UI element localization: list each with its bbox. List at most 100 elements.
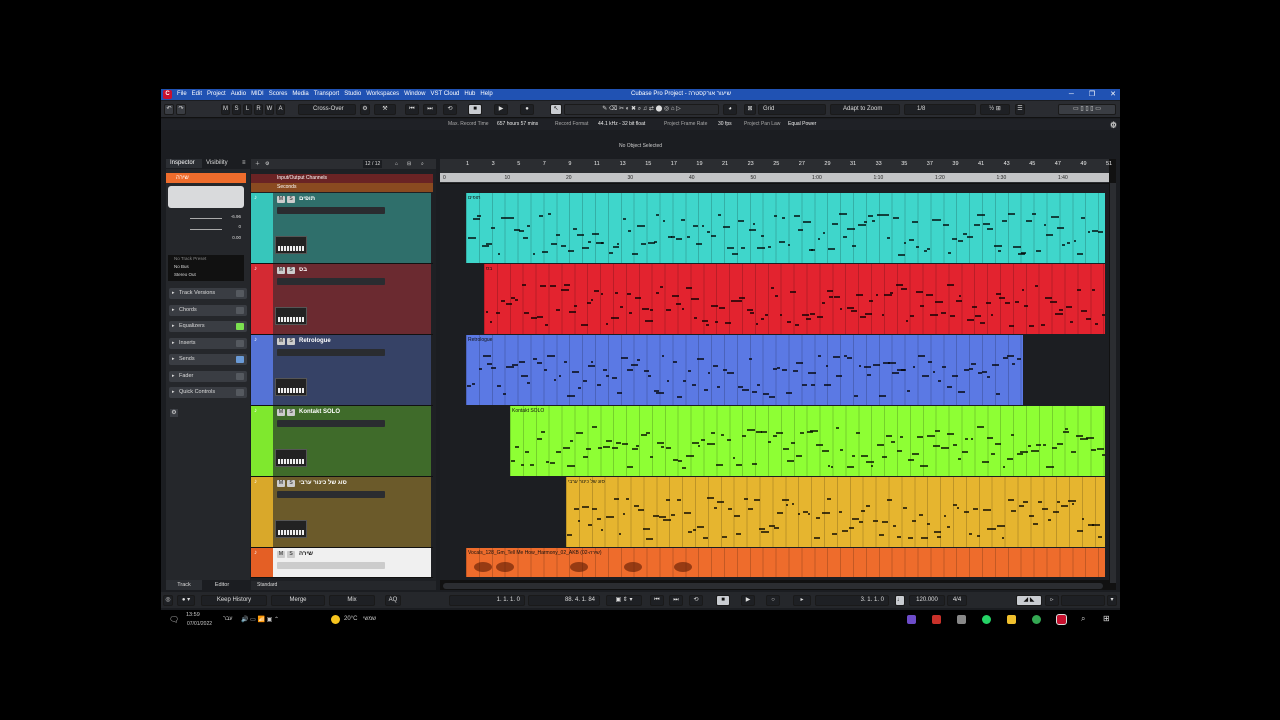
midi-part[interactable]: בס	[484, 264, 1105, 334]
track-color-strip[interactable]: ♪	[251, 477, 273, 547]
solo-mode-button[interactable]: S	[232, 104, 241, 115]
quantize-tools-icon[interactable]: ½ ⊞	[980, 104, 1010, 115]
instrument-thumbnail[interactable]	[275, 307, 307, 325]
record-format-value[interactable]: 44.1 kHz - 32 bit float	[598, 119, 645, 130]
midi-part[interactable]: תופים	[466, 193, 1105, 263]
signature-display[interactable]: 4/4	[947, 595, 967, 606]
undo-icon[interactable]: ↶	[164, 104, 174, 115]
windows-start-icon[interactable]: ⊞	[1103, 614, 1110, 623]
inspector-section[interactable]: ▸ Chords	[169, 304, 247, 316]
max-record-value[interactable]: 657 hours 57 mins	[497, 119, 538, 130]
inspector-section[interactable]: ▸ Quick Controls	[169, 387, 247, 398]
search-icon[interactable]: ⌕	[421, 159, 424, 169]
menu-item[interactable]: Hub	[464, 90, 475, 99]
menu-item[interactable]: Transport	[314, 90, 339, 99]
timeline-ruler[interactable]: 1 3 5 7 9 11 13 15 17 19 21 23 25 27 29 31 33 35 37 39 41 43 4…	[440, 159, 1112, 183]
app-icon[interactable]	[957, 615, 966, 624]
track-name[interactable]: Kontakt SOLO	[299, 409, 340, 415]
track-color-strip[interactable]: ♪	[251, 548, 273, 577]
settings-icon[interactable]: ⚙	[170, 409, 178, 417]
midi-part[interactable]: Kontakt SOLO	[510, 406, 1105, 476]
event-display[interactable]: תופים בס Retrologue Kontakt SOLO סוג של כינו…	[440, 184, 1109, 580]
menu-item[interactable]: VST Cloud	[430, 90, 459, 99]
menu-icon[interactable]: ≡	[238, 159, 248, 168]
scroll-icon[interactable]: ▾	[1107, 595, 1117, 606]
rewind-icon[interactable]: ⏮	[650, 595, 664, 606]
tab-editor[interactable]: Editor	[202, 580, 242, 590]
gear-icon[interactable]: ⚙	[1110, 121, 1117, 130]
mute-button[interactable]: M	[277, 338, 285, 345]
inspector-section[interactable]: ▸ Fader	[169, 370, 247, 382]
vertical-scrollbar[interactable]	[1110, 183, 1116, 583]
redo-icon[interactable]: ↷	[176, 104, 186, 115]
menu-item[interactable]: Scores	[269, 90, 288, 99]
play-icon[interactable]: ▶	[494, 104, 508, 115]
inspector-section[interactable]: ▸ Inserts	[169, 337, 247, 349]
menu-item[interactable]: Media	[292, 90, 308, 99]
aq-button[interactable]: AQ	[385, 595, 401, 606]
track-name[interactable]: תופים	[299, 196, 315, 202]
monitor-icon[interactable]: ◎	[163, 595, 173, 606]
mute-button[interactable]: M	[277, 409, 285, 416]
file-explorer-icon[interactable]	[1007, 615, 1016, 624]
left-locator[interactable]: 1. 1. 1. 0	[449, 595, 525, 606]
output-routing[interactable]: Stereo Out	[174, 271, 244, 279]
midi-part[interactable]: סוג של כינור ערבי	[566, 477, 1105, 547]
frame-rate-value[interactable]: 30 fps	[718, 119, 732, 130]
track-color-strip[interactable]: ♪	[251, 406, 273, 476]
weather-text[interactable]: שמשי	[363, 616, 376, 622]
home-icon[interactable]: ⌂	[395, 159, 398, 169]
tab-visibility[interactable]: Visibility	[202, 159, 238, 168]
track-controls[interactable]	[277, 562, 385, 569]
track-header[interactable]: ♪ M S Retrologue	[251, 335, 433, 406]
settings-icon[interactable]: ⚙	[360, 104, 370, 115]
snap-icon[interactable]: ⊠	[744, 104, 756, 115]
adapt-to-zoom-select[interactable]: Adapt to Zoom	[830, 104, 900, 115]
minimize-button[interactable]: ─	[1069, 89, 1074, 100]
filter-icon[interactable]: ⊟	[407, 159, 411, 169]
stop-icon[interactable]: ■	[468, 104, 482, 115]
metronome-icon[interactable]: ♩	[895, 595, 905, 606]
delay-value[interactable]: 0.00	[232, 235, 241, 240]
close-button[interactable]: ✕	[1110, 89, 1116, 100]
marker-field[interactable]	[1061, 595, 1105, 606]
track-name[interactable]: בס	[299, 267, 307, 273]
notifications-icon[interactable]: 🗨	[169, 615, 179, 624]
folder-icon[interactable]: ⚙	[265, 159, 269, 169]
app-icon[interactable]	[907, 615, 916, 624]
mute-button[interactable]: M	[277, 267, 285, 274]
track-color-strip[interactable]: ♪	[251, 264, 273, 334]
track-header[interactable]: ♪ M S סוג של כינור ערבי	[251, 477, 433, 548]
track-name[interactable]: סוג של כינור ערבי	[299, 480, 347, 486]
track-controls[interactable]	[277, 207, 385, 214]
whatsapp-icon[interactable]	[982, 615, 991, 624]
menu-item[interactable]: File	[177, 90, 187, 99]
track-controls[interactable]	[277, 278, 385, 285]
track-header[interactable]: ♪ M S תופים	[251, 193, 433, 264]
inspector-section[interactable]: ▸ Sends	[169, 354, 247, 365]
tools-icon[interactable]: ⚒	[374, 104, 396, 115]
track-color-strip[interactable]: ♪	[251, 193, 273, 263]
color-icon[interactable]: ◕	[723, 104, 737, 115]
menu-item[interactable]: Help	[480, 90, 492, 99]
solo-button[interactable]: S	[287, 267, 295, 274]
input-output-folder[interactable]: Input/Output Channels	[251, 174, 433, 183]
solo-button[interactable]: S	[287, 480, 295, 487]
track-controls[interactable]	[277, 349, 385, 356]
inspector-section[interactable]: ▸ Track Versions	[169, 288, 247, 299]
window-layout-icons[interactable]: ▭ ▯ ▯ ▯ ▭	[1058, 104, 1116, 115]
solo-button[interactable]: S	[287, 409, 295, 416]
instrument-thumbnail[interactable]	[275, 449, 307, 467]
mute-button[interactable]: M	[277, 551, 285, 558]
record-icon[interactable]: ○	[766, 595, 780, 606]
track-name[interactable]: שירה	[299, 551, 313, 557]
quantize-select[interactable]: 1/8	[904, 104, 976, 115]
solo-button[interactable]: S	[287, 551, 295, 558]
inspector-faders[interactable]: -6.96 0 0.00	[170, 212, 244, 245]
tempo-display[interactable]: 120.000	[909, 595, 945, 606]
horizontal-scrollbar[interactable]	[443, 583, 1103, 589]
app-icon[interactable]	[932, 615, 941, 624]
midi-part[interactable]: Vocals_128_Gm_Tell Me How_Harmony_02_AKB…	[466, 548, 1105, 577]
search-icon[interactable]: ⌕	[1081, 614, 1085, 624]
record-mode-icon[interactable]: ● ▾	[177, 595, 195, 606]
